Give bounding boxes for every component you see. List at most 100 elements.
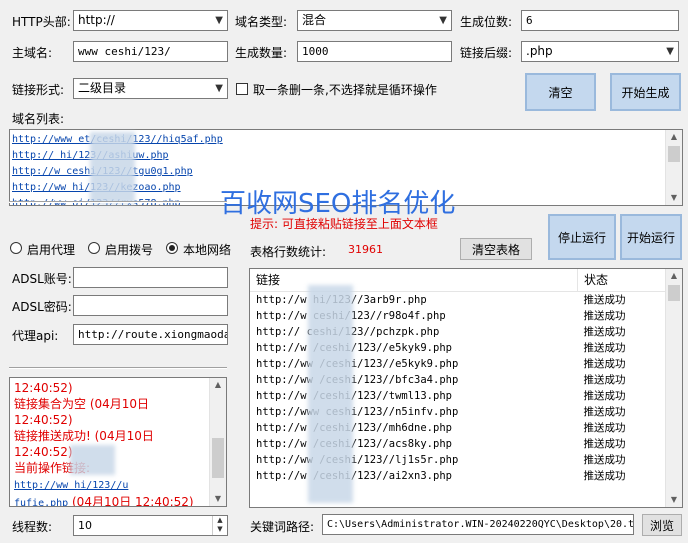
chevron-down-icon: ▼ xyxy=(666,46,674,57)
table-cell-link: http:// ceshi/123//pchzpk.php xyxy=(256,325,440,338)
log-scrollbar[interactable]: ▲ ▼ xyxy=(209,378,226,506)
http-header-value: http:// xyxy=(78,13,115,27)
chevron-down-icon: ▼ xyxy=(215,83,223,94)
threads-stepper[interactable]: 10 ▲ ▼ xyxy=(73,515,228,536)
table-cell-status: 推送成功 xyxy=(583,453,626,466)
privacy-blur xyxy=(90,132,135,204)
log-line: 链接集合为空 (04月10日 12:40:52) xyxy=(14,397,150,427)
clear-table-button[interactable]: 清空表格 xyxy=(460,238,532,260)
take-one-delete-checkbox[interactable] xyxy=(236,83,248,95)
spin-down-icon[interactable]: ▼ xyxy=(213,525,227,534)
table-cell-link: http://w /ceshi/123//ai2xn3.php xyxy=(256,469,452,482)
scroll-down-icon[interactable]: ▼ xyxy=(210,492,226,506)
threads-spin[interactable]: ▲ ▼ xyxy=(212,516,227,535)
chevron-down-icon: ▼ xyxy=(439,15,447,26)
table-cell-link: http://www ceshi/123//n5infv.php xyxy=(256,405,459,418)
col-status-header[interactable]: 状态 xyxy=(578,269,667,291)
scroll-thumb[interactable] xyxy=(668,285,680,301)
chevron-down-icon: ▼ xyxy=(215,15,223,26)
adsl-password-input[interactable] xyxy=(73,295,228,316)
radio-dialup-label: 启用拨号 xyxy=(105,243,154,257)
scroll-up-icon[interactable]: ▲ xyxy=(666,269,682,283)
log-timestamp: (04月10日 12:40:52) xyxy=(68,495,194,507)
log-current-link-end[interactable]: fufie.php xyxy=(14,498,68,506)
domain-type-select[interactable]: 混合 ▼ xyxy=(297,10,452,31)
privacy-blur xyxy=(70,445,115,475)
spin-up-icon[interactable]: ▲ xyxy=(213,516,227,525)
table-cell-status: 推送成功 xyxy=(583,469,626,482)
radio-proxy[interactable] xyxy=(10,242,22,254)
log-line: http://ww hi/123//u xyxy=(14,476,206,494)
keyword-path-input[interactable]: C:\Users\Administrator.WIN-20240220QYC\D… xyxy=(322,514,634,535)
scroll-up-icon[interactable]: ▲ xyxy=(666,130,682,144)
table-cell-status: 推送成功 xyxy=(583,373,626,386)
divider xyxy=(9,201,227,203)
link-form-value: 二级目录 xyxy=(78,81,127,95)
browse-button[interactable]: 浏览 xyxy=(642,514,682,536)
http-header-select[interactable]: http:// ▼ xyxy=(73,10,228,31)
domain-list-scrollbar[interactable]: ▲ ▼ xyxy=(665,130,682,205)
link-form-label: 链接形式: xyxy=(12,83,65,97)
start-run-button[interactable]: 开始运行 xyxy=(620,214,682,260)
link-suffix-select[interactable]: .php ▼ xyxy=(521,41,679,62)
log-textbox[interactable]: 12:40:52) 链接集合为空 (04月10日 12:40:52) 链接推送成… xyxy=(9,377,227,507)
proxy-api-input[interactable]: http://route.xiongmaodail xyxy=(73,324,228,345)
table-cell-status: 推送成功 xyxy=(583,325,626,338)
gen-count-label: 生成数量: xyxy=(235,46,288,60)
table-cell-status: 推送成功 xyxy=(583,293,626,306)
adsl-password-label: ADSL密码: xyxy=(12,300,72,314)
table-cell-link: http://w /ceshi/123//mh6dne.php xyxy=(256,421,452,434)
scroll-thumb[interactable] xyxy=(212,438,224,478)
table-cell-link: http://w /ceshi/123//e5kyk9.php xyxy=(256,341,452,354)
link-suffix-value: .php xyxy=(526,44,553,58)
start-generate-button[interactable]: 开始生成 xyxy=(610,73,681,111)
table-cell-status: 推送成功 xyxy=(583,405,626,418)
scroll-up-icon[interactable]: ▲ xyxy=(210,378,226,392)
col-link-header[interactable]: 链接 xyxy=(250,269,578,291)
main-domain-input[interactable]: www ceshi/123/ xyxy=(73,41,228,62)
log-line: 链接推送成功! (04月10日 xyxy=(14,429,154,443)
divider xyxy=(9,367,227,369)
table-cell-link: http://ww /ceshi/123//bfc3a4.php xyxy=(256,373,459,386)
scroll-down-icon[interactable]: ▼ xyxy=(666,191,682,205)
keyword-path-label: 关键词路径: xyxy=(250,520,315,534)
paste-hint: 提示: 可直接粘贴链接至上面文本框 xyxy=(250,217,438,231)
table-cell-status: 推送成功 xyxy=(583,389,626,402)
table-scrollbar[interactable]: ▲ ▼ xyxy=(665,269,682,507)
clear-button[interactable]: 清空 xyxy=(525,73,596,111)
radio-local-network[interactable] xyxy=(166,242,178,254)
stop-run-button[interactable]: 停止运行 xyxy=(548,214,616,260)
log-current-link[interactable]: http://ww hi/123//u xyxy=(14,480,128,491)
scroll-thumb[interactable] xyxy=(668,146,680,162)
threads-value: 10 xyxy=(78,519,92,532)
http-header-label: HTTP头部: xyxy=(12,15,71,29)
threads-label: 线程数: xyxy=(12,520,53,534)
scroll-down-icon[interactable]: ▼ xyxy=(666,493,682,507)
radio-dialup[interactable] xyxy=(88,242,100,254)
radio-proxy-label: 启用代理 xyxy=(27,243,76,257)
table-cell-status: 推送成功 xyxy=(583,437,626,450)
privacy-blur xyxy=(308,285,353,503)
table-cell-status: 推送成功 xyxy=(583,357,626,370)
table-cell-link: http://w /ceshi/123//acs8ky.php xyxy=(256,437,452,450)
row-count-value: 31961 xyxy=(348,243,383,256)
table-cell-link: http://ww /ceshi/123//lj1s5r.php xyxy=(256,453,459,466)
gen-count-input[interactable]: 1000 xyxy=(297,41,452,62)
radio-local-network-label: 本地网络 xyxy=(183,243,232,257)
link-suffix-label: 链接后缀: xyxy=(460,46,513,60)
table-cell-link: http://w ceshi/123//r98o4f.php xyxy=(256,309,446,322)
proxy-api-label: 代理api: xyxy=(12,329,59,343)
gen-digits-input[interactable]: 6 xyxy=(521,10,679,31)
table-cell-status: 推送成功 xyxy=(583,309,626,322)
table-cell-link: http://w hi/123//3arb9r.php xyxy=(256,293,427,306)
main-domain-label: 主域名: xyxy=(12,46,53,60)
take-one-delete-label: 取一条删一条,不选择就是循环操作 xyxy=(253,83,437,97)
log-content: 12:40:52) 链接集合为空 (04月10日 12:40:52) 链接推送成… xyxy=(10,378,226,507)
adsl-account-input[interactable] xyxy=(73,267,228,288)
table-cell-status: 推送成功 xyxy=(583,341,626,354)
adsl-account-label: ADSL账号: xyxy=(12,272,72,286)
domain-type-value: 混合 xyxy=(302,13,327,27)
log-line: fufie.php (04月10日 12:40:52) xyxy=(14,494,206,507)
link-form-select[interactable]: 二级目录 ▼ xyxy=(73,78,228,99)
table-cell-status: 推送成功 xyxy=(583,421,626,434)
